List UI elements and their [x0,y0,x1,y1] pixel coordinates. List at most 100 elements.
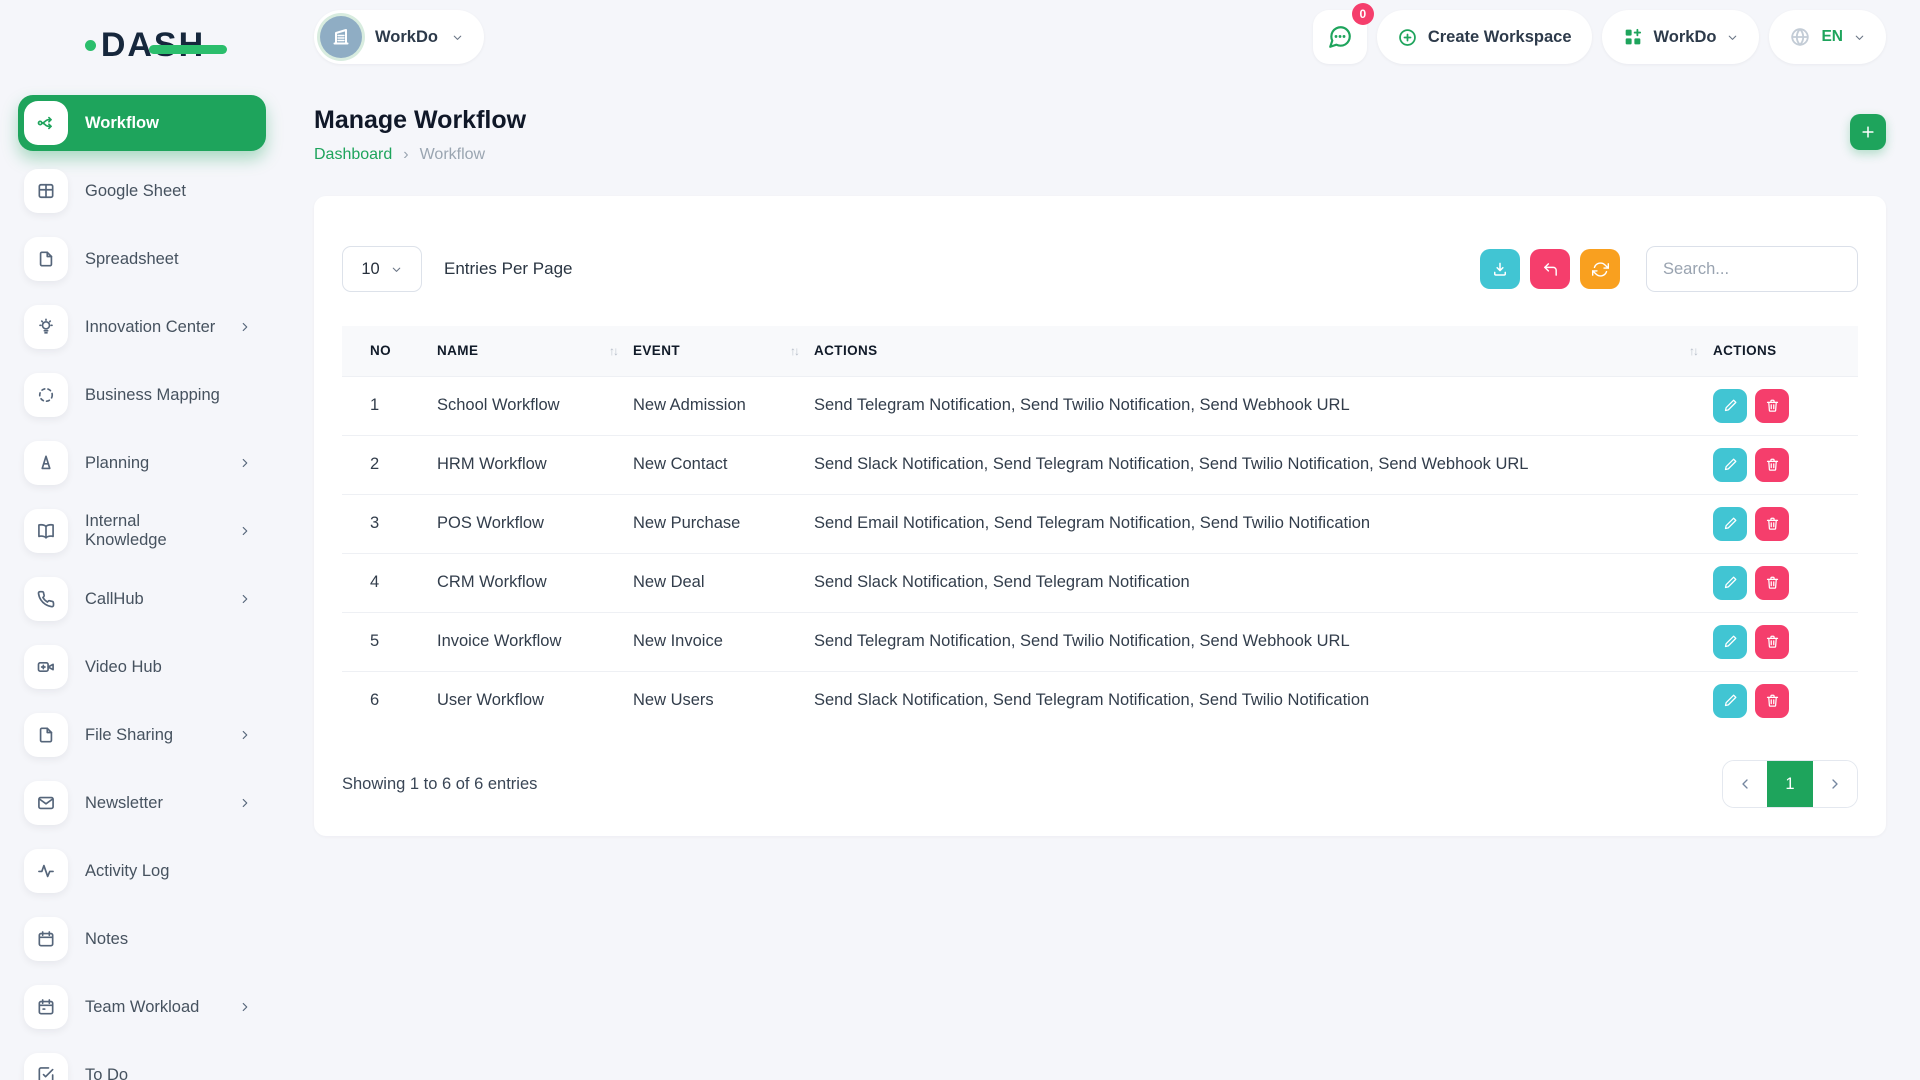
chevron-right-icon [238,728,252,742]
org-menu[interactable]: WorkDo [1602,10,1760,64]
newsletter-icon [24,781,68,825]
sidebar-item-label: Planning [85,454,149,473]
cell-event: New Purchase [633,494,814,553]
sidebar-item-spreadsheet[interactable]: Spreadsheet [18,231,266,287]
export-button[interactable] [1480,249,1520,289]
chevron-down-icon [451,31,464,44]
org-menu-label: WorkDo [1654,28,1717,47]
video-hub-icon [24,645,68,689]
entries-summary: Showing 1 to 6 of 6 entries [342,775,537,794]
column-label: NAME [437,343,478,358]
sidebar-item-team-workload[interactable]: Team Workload [18,979,266,1035]
sidebar-item-callhub[interactable]: CallHub [18,571,266,627]
edit-button[interactable] [1713,566,1747,600]
sidebar-item-activity-log[interactable]: Activity Log [18,843,266,899]
delete-button[interactable] [1755,448,1789,482]
table-row: 5Invoice WorkflowNew InvoiceSend Telegra… [342,612,1858,671]
sidebar-item-label: Newsletter [85,794,163,813]
sidebar-item-label: Innovation Center [85,318,215,337]
column-header-actions-3[interactable]: ACTIONS↑↓ [814,326,1713,376]
sidebar-item-workflow[interactable]: Workflow [18,95,266,151]
callhub-icon [24,577,68,621]
cell-event: New Users [633,671,814,730]
language-code: EN [1821,28,1843,46]
trash-icon [1765,457,1780,472]
search-input[interactable] [1646,246,1858,292]
sidebar-item-internal-knowledge[interactable]: Internal Knowledge [18,503,266,559]
workspace-switcher[interactable]: WorkDo [314,10,484,64]
chevron-right-icon [238,320,252,334]
sidebar-item-notes[interactable]: Notes [18,911,266,967]
chevron-right-icon [238,592,252,606]
cell-no: 1 [342,376,437,435]
sort-icon[interactable]: ↑↓ [609,344,617,358]
pencil-icon [1723,575,1738,590]
trash-icon [1765,575,1780,590]
team-workload-icon [24,985,68,1029]
delete-button[interactable] [1755,507,1789,541]
delete-button[interactable] [1755,625,1789,659]
page-title: Manage Workflow [314,106,526,135]
header-actions: 0 Create Workspace WorkDo EN [1313,10,1886,64]
sort-icon[interactable]: ↑↓ [790,344,798,358]
language-menu[interactable]: EN [1769,10,1886,64]
delete-button[interactable] [1755,684,1789,718]
reset-button[interactable] [1530,249,1570,289]
sidebar-item-label: To Do [85,1066,128,1080]
trash-icon [1765,634,1780,649]
table-row: 6User WorkflowNew UsersSend Slack Notifi… [342,671,1858,730]
refresh-button[interactable] [1580,249,1620,289]
sidebar-item-to-do[interactable]: To Do [18,1047,266,1080]
sort-icon[interactable]: ↑↓ [1689,344,1697,358]
previous-page-button[interactable] [1723,761,1767,807]
sidebar-item-file-sharing[interactable]: File Sharing [18,707,266,763]
top-header: WorkDo 0 Create Workspace WorkDo EN [314,0,1886,64]
sidebar-item-label: Notes [85,930,128,949]
breadcrumb-dashboard-link[interactable]: Dashboard [314,146,392,164]
logo-dot-icon [85,40,96,51]
next-page-button[interactable] [1813,761,1857,807]
sidebar-item-label: Video Hub [85,658,162,677]
sidebar-item-newsletter[interactable]: Newsletter [18,775,266,831]
pencil-icon [1723,398,1738,413]
row-action-buttons [1713,684,1858,718]
add-workflow-button[interactable] [1850,114,1886,150]
workflow-icon [24,101,68,145]
cell-actions-text: Send Slack Notification, Send Telegram N… [814,553,1713,612]
chevron-right-icon [238,456,252,470]
trash-icon [1765,693,1780,708]
sidebar-item-video-hub[interactable]: Video Hub [18,639,266,695]
pagination: 1 [1722,760,1858,808]
sidebar-item-business-mapping[interactable]: Business Mapping [18,367,266,423]
delete-button[interactable] [1755,566,1789,600]
column-header-name-1[interactable]: NAME ↑↓ [437,326,633,376]
trash-icon [1765,398,1780,413]
messages-button[interactable]: 0 [1313,10,1367,64]
edit-button[interactable] [1713,625,1747,659]
column-header-no-0: NO [342,326,437,376]
edit-button[interactable] [1713,448,1747,482]
page-heading: Manage Workflow Dashboard › Workflow [314,106,1886,164]
chevron-right-icon [238,1000,252,1014]
trash-icon [1765,516,1780,531]
cell-no: 6 [342,671,437,730]
column-label: NO [370,343,391,358]
sidebar-item-google-sheet[interactable]: Google Sheet [18,163,266,219]
current-page-button[interactable]: 1 [1767,761,1813,807]
edit-button[interactable] [1713,684,1747,718]
edit-button[interactable] [1713,389,1747,423]
column-header-event-2[interactable]: EVENT↑↓ [633,326,814,376]
table-toolbar: 10 Entries Per Page [342,246,1858,292]
edit-button[interactable] [1713,507,1747,541]
sidebar-item-innovation-center[interactable]: Innovation Center [18,299,266,355]
google-sheet-icon [24,169,68,213]
entries-per-page-select[interactable]: 10 [342,246,422,292]
delete-button[interactable] [1755,389,1789,423]
cell-name: POS Workflow [437,494,633,553]
table-row: 3POS WorkflowNew PurchaseSend Email Noti… [342,494,1858,553]
sidebar-item-planning[interactable]: Planning [18,435,266,491]
sidebar-item-label: Spreadsheet [85,250,179,269]
notes-icon [24,917,68,961]
cell-name: CRM Workflow [437,553,633,612]
create-workspace-button[interactable]: Create Workspace [1377,10,1592,64]
